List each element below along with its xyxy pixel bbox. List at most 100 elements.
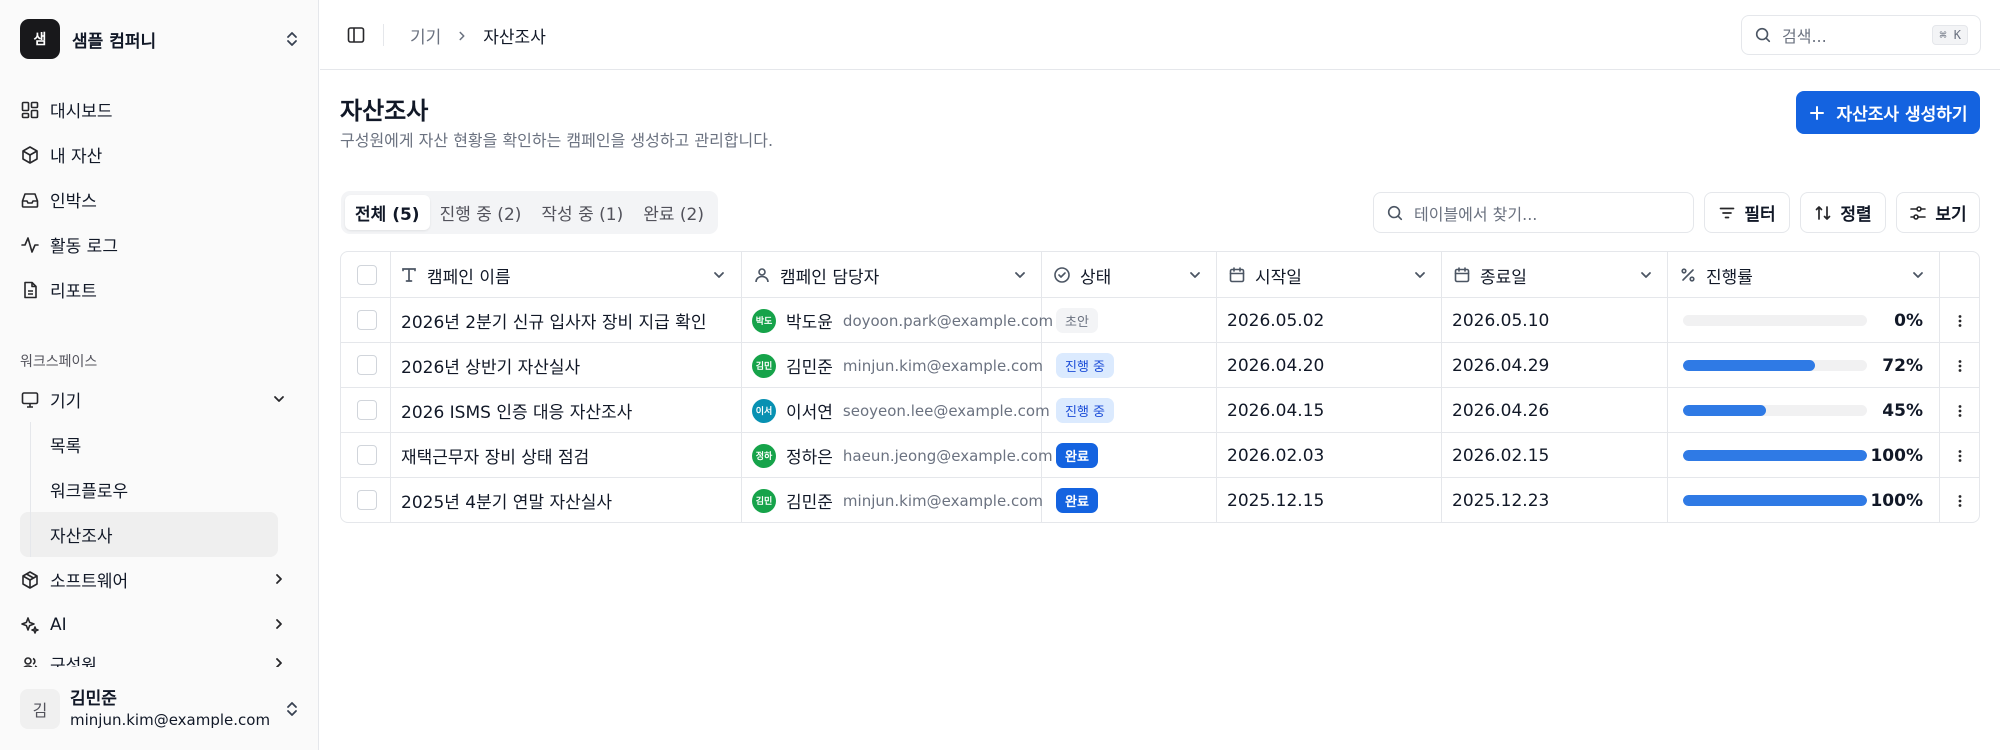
column-header-start-date[interactable]: 시작일 xyxy=(1228,252,1428,298)
select-all-checkbox[interactable] xyxy=(357,265,377,285)
page-description: 구성원에게 자산 현황을 확인하는 캠페인을 생성하고 관리합니다. xyxy=(340,131,774,150)
owner-email: seoyeon.lee@example.com xyxy=(842,401,1050,420)
table-row[interactable]: 2025년 4분기 연말 자산실사 김민 김민준 minjun.kim@exam… xyxy=(341,478,1979,522)
campaign-status: 완료 xyxy=(1056,478,1098,522)
tab-drafting[interactable]: 작성 중 (1) xyxy=(531,195,633,230)
nav-subitem-asset-survey[interactable]: 자산조사 xyxy=(20,512,278,557)
owner-name: 김민준 xyxy=(786,493,833,513)
nav-item-label: 소프트웨어 xyxy=(50,572,129,592)
org-switcher[interactable]: 샘 샘플 컴퍼니 xyxy=(20,19,300,59)
shortcut-hint: ⌘ K xyxy=(1932,25,1968,45)
nav-item-report[interactable]: 리포트 xyxy=(20,267,299,312)
global-search-input[interactable]: 검색... ⌘ K xyxy=(1741,15,1981,55)
nav-subitem-list[interactable]: 목록 xyxy=(20,422,299,467)
column-header-end-date[interactable]: 종료일 xyxy=(1453,252,1654,298)
start-date-text: 2026.04.20 xyxy=(1227,355,1325,376)
more-vertical-icon xyxy=(1952,358,1968,374)
end-date: 2026.05.10 xyxy=(1452,298,1549,343)
status-badge: 완료 xyxy=(1056,443,1098,468)
user-menu[interactable]: 김 김민준 minjun.kim@example.com xyxy=(20,686,300,732)
status-badge: 완료 xyxy=(1056,488,1098,513)
nav-item-members-clip: 구성원 xyxy=(20,647,299,667)
nav-item-devices[interactable]: 기기 xyxy=(20,377,299,422)
nav-item-activity-log[interactable]: 활동 로그 xyxy=(20,222,299,267)
campaign-name: 2026년 상반기 자산실사 xyxy=(401,343,580,388)
progress-bar xyxy=(1683,315,1867,326)
global-search-placeholder: 검색... xyxy=(1782,27,1827,46)
column-header-progress[interactable]: 진행률 xyxy=(1679,252,1926,298)
progress-bar xyxy=(1683,495,1867,506)
campaign-name: 2026년 2분기 신규 입사자 장비 지급 확인 xyxy=(401,298,706,343)
campaign-owner: 정하 정하은 haeun.jeong@example.com xyxy=(752,433,1053,478)
table-row[interactable]: 재택근무자 장비 상태 점검 정하 정하은 haeun.jeong@exampl… xyxy=(341,433,1979,478)
filter-label: 필터 xyxy=(1744,205,1776,225)
column-header-label: 캠페인 담당자 xyxy=(780,267,880,288)
start-date: 2026.04.15 xyxy=(1227,388,1324,433)
filter-button[interactable]: 필터 xyxy=(1704,192,1790,233)
table-search-input[interactable]: 테이블에서 찾기... xyxy=(1373,192,1694,233)
column-header-owner[interactable]: 캠페인 담당자 xyxy=(753,252,1028,298)
row-checkbox[interactable] xyxy=(357,490,377,510)
row-actions-button[interactable] xyxy=(1941,388,1979,433)
row-actions-button[interactable] xyxy=(1941,343,1979,388)
campaign-status: 완료 xyxy=(1056,433,1098,478)
table-row[interactable]: 2026년 상반기 자산실사 김민 김민준 minjun.kim@example… xyxy=(341,343,1979,388)
avatar: 김 xyxy=(20,689,60,729)
breadcrumb-parent[interactable]: 기기 xyxy=(410,23,441,48)
start-date: 2025.12.15 xyxy=(1227,478,1325,522)
row-checkbox[interactable] xyxy=(357,400,377,420)
tab-completed[interactable]: 완료 (2) xyxy=(633,195,714,230)
subnav-rail xyxy=(30,422,31,557)
table-row[interactable]: 2026 ISMS 인증 대응 자산조사 이서 이서연 seoyeon.lee@… xyxy=(341,388,1979,433)
row-actions-button[interactable] xyxy=(1941,298,1979,343)
tab-in-progress[interactable]: 진행 중 (2) xyxy=(430,195,532,230)
nav-item-software[interactable]: 소프트웨어 xyxy=(20,557,299,602)
owner-avatar: 김민 xyxy=(752,353,776,378)
nav-item-ai[interactable]: AI xyxy=(20,602,299,647)
owner-avatar: 정하 xyxy=(752,443,776,468)
progress-bar xyxy=(1683,405,1867,416)
dashboard-icon xyxy=(20,100,50,120)
nav-item-dashboard[interactable]: 대시보드 xyxy=(20,87,299,132)
end-date: 2026.02.15 xyxy=(1452,433,1549,478)
progress-cell: 45% xyxy=(1668,388,1939,433)
row-actions-button[interactable] xyxy=(1941,478,1979,522)
workspace-section-label: 워크스페이스 xyxy=(20,354,98,370)
campaign-name-text: 2026년 2분기 신규 입사자 장비 지급 확인 xyxy=(401,313,707,333)
start-date: 2026.05.02 xyxy=(1227,298,1324,343)
owner-avatar: 박도 xyxy=(752,308,776,333)
campaign-name-text: 2025년 4분기 연말 자산실사 xyxy=(401,493,613,513)
row-actions-button[interactable] xyxy=(1941,433,1979,478)
tab-all[interactable]: 전체 (5) xyxy=(345,195,430,230)
campaign-status: 진행 중 xyxy=(1056,388,1115,433)
status-badge: 초안 xyxy=(1056,308,1098,333)
nav-item-members[interactable]: 구성원 xyxy=(20,647,299,667)
topbar: 기기 자산조사 검색... ⌘ K xyxy=(320,0,2000,70)
row-checkbox[interactable] xyxy=(357,355,377,375)
campaign-owner: 박도 박도윤 doyoon.park@example.com xyxy=(752,298,1053,343)
progress-cell: 100% xyxy=(1668,478,1939,522)
end-date-text: 2026.04.26 xyxy=(1452,400,1550,421)
progress-bar-fill xyxy=(1683,495,1867,506)
campaign-name: 재택근무자 장비 상태 점검 xyxy=(401,433,589,478)
nav-subitem-workflow[interactable]: 워크플로우 xyxy=(20,467,299,512)
view-button[interactable]: 보기 xyxy=(1896,192,1980,233)
sidebar: 샘 샘플 컴퍼니 대시보드 내 자산 인박스 활동 로그 리포트 워크스페이스 xyxy=(0,0,319,750)
end-date: 2025.12.23 xyxy=(1452,478,1549,522)
sort-button[interactable]: 정렬 xyxy=(1800,192,1886,233)
sidebar-toggle-icon[interactable] xyxy=(346,25,366,45)
create-survey-button[interactable]: 자산조사 생성하기 xyxy=(1796,91,1980,134)
start-date-text: 2025.12.15 xyxy=(1227,490,1325,511)
owner-name: 김민준 xyxy=(786,358,833,378)
column-header-status[interactable]: 상태 xyxy=(1053,252,1203,298)
nav-item-my-assets[interactable]: 내 자산 xyxy=(20,132,299,177)
nav-item-inbox[interactable]: 인박스 xyxy=(20,177,299,222)
row-checkbox[interactable] xyxy=(357,445,377,465)
nav-item-label: 구성원 xyxy=(50,656,97,667)
progress-bar xyxy=(1683,360,1867,371)
row-checkbox[interactable] xyxy=(357,310,377,330)
column-header-name[interactable]: 캠페인 이름 xyxy=(400,252,727,298)
table-row[interactable]: 2026년 2분기 신규 입사자 장비 지급 확인 박도 박도윤 doyoon.… xyxy=(341,298,1979,343)
sliders-icon xyxy=(1909,204,1935,222)
campaign-owner: 김민 김민준 minjun.kim@example.com xyxy=(752,478,1043,522)
